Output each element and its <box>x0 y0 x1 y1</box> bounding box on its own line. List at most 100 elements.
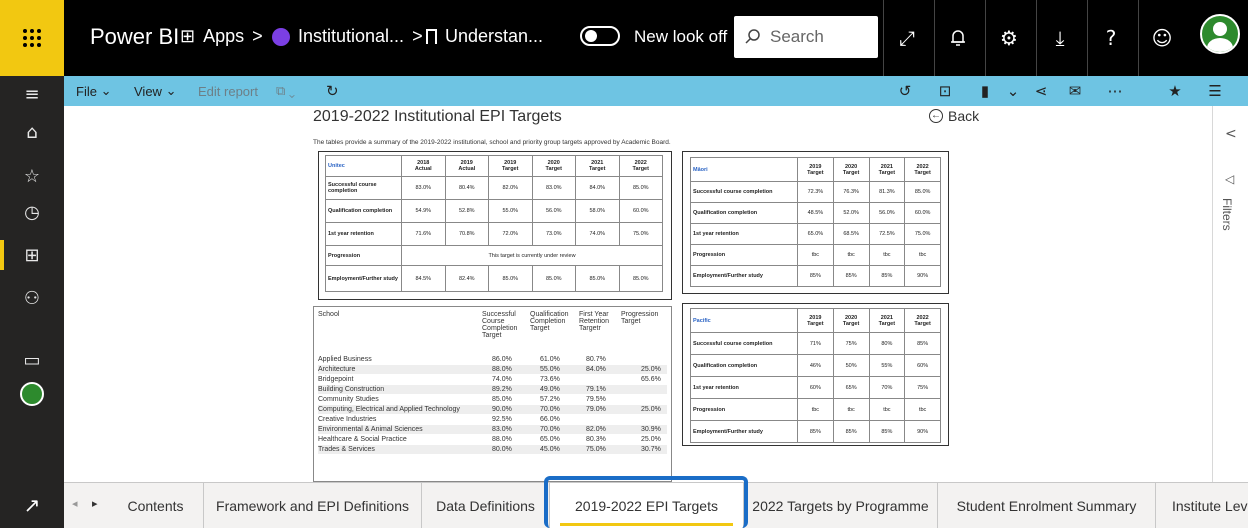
home-icon[interactable]: ⌂ <box>0 116 64 148</box>
apps-grid-icon: ⊞ <box>180 26 196 46</box>
report-title: 2019-2022 Institutional EPI Targets <box>313 108 562 125</box>
favorites-star-icon[interactable]: ☆ <box>0 160 64 192</box>
comment-icon[interactable]: ⊡ <box>930 76 960 106</box>
tab-targets-by-programme[interactable]: 2022 Targets by Programme <box>744 483 938 528</box>
notification-bell-icon[interactable] <box>934 0 981 76</box>
list-view-icon[interactable]: ☰ <box>1200 76 1230 106</box>
tab-scroll-right-icon[interactable]: ▸ <box>92 497 98 510</box>
chevron-down-icon: ⌄ <box>100 83 112 98</box>
edit-report-button[interactable]: Edit report <box>198 76 258 106</box>
report-summary: The tables provide a summary of the 2019… <box>313 139 671 146</box>
settings-gear-icon[interactable]: ⚙ <box>985 0 1032 76</box>
table-row: Creative Industries 92.5% 66.0% <box>318 416 560 423</box>
school-header: School <box>318 311 340 318</box>
table-row: Healthcare & Social Practice 88.0% 65.0% 80… <box>318 436 661 443</box>
tab-scroll-left-icon[interactable]: ◂ <box>72 497 78 510</box>
tab-student-enrolment[interactable]: Student Enrolment Summary <box>938 483 1156 528</box>
apps-icon[interactable]: ⊞ <box>0 239 64 271</box>
maori-table: Māori 2019 Target 2020 Target 2021 Target 2… <box>690 157 941 287</box>
search-icon <box>745 29 760 44</box>
table-row: Computing, Electrical and Applied Techno… <box>318 405 667 414</box>
workspaces-icon[interactable]: ▭ <box>0 344 64 376</box>
back-button[interactable]: ← Back <box>929 108 979 124</box>
app-launcher-icon[interactable] <box>0 0 64 76</box>
back-arrow-icon: ← <box>929 109 943 123</box>
active-tab-highlight <box>544 476 748 528</box>
table-row: Successful course completion 71% 75% 80% 85% <box>690 332 941 355</box>
course-completion-header: Successful Course Completion Target <box>482 311 518 339</box>
table-row: Progression tbc tbc tbc tbc <box>690 244 941 266</box>
new-look-label: New look off <box>634 27 728 46</box>
left-nav-rail: ≡ ⌂ ☆ ◷ ⊞ ⚇ ▭ <box>0 76 64 528</box>
tab-data-definitions[interactable]: Data Definitions <box>422 483 550 528</box>
tab-framework[interactable]: Framework and EPI Definitions <box>204 483 422 528</box>
table-row: Employment/Further study 85% 85% 85% 90% <box>690 265 941 287</box>
table-row: Progression This target is currently und… <box>325 245 663 266</box>
bookmark-pane-icon[interactable]: ⧉ ⌄ <box>276 76 295 106</box>
breadcrumb-apps[interactable]: ⊞ Apps > <box>180 26 263 47</box>
favorite-star-icon[interactable]: ★ <box>1160 76 1190 106</box>
table-row: 1st year retention 71.6% 70.8% 72.0% 73.0% 7… <box>325 222 663 246</box>
table-row: 1st year retention 60% 65% 70% 75% <box>690 376 941 399</box>
bookmark-outline-icon <box>426 29 437 44</box>
table-row: Successful course completion 72.3% 76.3% 81… <box>690 181 941 203</box>
tab-contents[interactable]: Contents <box>108 483 204 528</box>
tab-institute-level[interactable]: Institute Leve <box>1156 483 1248 528</box>
view-menu[interactable]: View ⌄ <box>134 76 176 106</box>
feedback-smiley-icon[interactable]: ☺ <box>1138 0 1185 76</box>
chevron-right-icon: > <box>412 26 423 46</box>
shared-with-me-icon[interactable]: ⚇ <box>0 282 64 314</box>
pacific-table: Pacific 2019 Target 2020 Target 2021 Target… <box>690 308 941 443</box>
table-row: Progression tbc tbc tbc tbc <box>690 398 941 421</box>
table-row: Building Construction 89.2% 49.0% 79.1% <box>318 385 667 394</box>
subscribe-mail-icon[interactable]: ✉ <box>1060 76 1090 106</box>
expand-nav-icon[interactable]: ↗ <box>0 482 64 528</box>
file-menu[interactable]: File ⌄ <box>76 76 111 106</box>
unitec-table: Unitec 2018 Actual 2019 Actual 2019 Target … <box>325 155 663 292</box>
report-toolbar: File ⌄ View ⌄ Edit report ⧉ ⌄ ↻ ↺ ⊡ ▮ ⌄ … <box>64 76 1248 106</box>
brand-title[interactable]: Power BI <box>90 24 179 50</box>
recent-clock-icon[interactable]: ◷ <box>0 196 64 228</box>
breadcrumb-institutional[interactable]: Institutional... > <box>272 26 423 47</box>
collapse-chevron-icon[interactable]: < <box>1225 126 1237 142</box>
reset-icon[interactable]: ↺ <box>890 76 920 106</box>
search-box[interactable]: Search <box>734 16 878 58</box>
bookmark-icon[interactable]: ▮ <box>970 76 1000 106</box>
table-row: Applied Business 86.0% 61.0% 80.7% <box>318 356 606 363</box>
qualification-completion-header: Qualification Completion Target <box>530 311 569 332</box>
pacific-entity: Pacific <box>690 308 798 333</box>
table-row: Bridgepoint 74.0% 73.6% 65.6% <box>318 376 661 383</box>
progression-header: Progression Target <box>621 311 659 325</box>
app-logo-icon <box>272 27 290 46</box>
table-row: Employment/Further study 84.5% 82.4% 85.0%… <box>325 265 663 292</box>
unitec-entity: Unitec <box>325 155 402 177</box>
help-icon[interactable]: ? <box>1087 0 1134 76</box>
download-icon[interactable]: ⤓ <box>1036 0 1083 76</box>
hamburger-menu-icon[interactable]: ≡ <box>0 78 64 110</box>
filters-label: Filters <box>1220 198 1234 231</box>
fullscreen-icon[interactable]: ⤢ <box>883 0 930 76</box>
table-row: 1st year retention 65.0% 68.5% 72.5% 75.0% <box>690 223 941 245</box>
filter-funnel-icon: ◁ <box>1225 172 1235 186</box>
maori-entity: Māori <box>690 157 798 182</box>
chevron-down-icon: ⌄ <box>165 83 177 98</box>
share-icon[interactable]: ⋖ <box>1026 76 1056 106</box>
table-row: Qualification completion 46% 50% 55% 60% <box>690 354 941 377</box>
search-placeholder: Search <box>770 27 824 46</box>
more-options-icon[interactable]: ⋯ <box>1100 76 1130 106</box>
table-row: Trades & Services 80.0% 45.0% 75.0% 30.7% <box>318 445 667 454</box>
table-row: Qualification completion 54.9% 52.8% 55.0%… <box>325 199 663 223</box>
filters-pane[interactable]: < ◁ Filters <box>1212 106 1248 482</box>
my-workspace-avatar-icon[interactable] <box>0 378 64 410</box>
table-row: Architecture 88.0% 55.0% 84.0% 25.0% <box>318 365 667 374</box>
table-row: Employment/Further study 85% 85% 85% 90% <box>690 420 941 443</box>
user-avatar[interactable] <box>1200 14 1240 54</box>
breadcrumb-report[interactable]: Understan... <box>426 26 543 47</box>
refresh-icon[interactable]: ↻ <box>326 76 339 106</box>
new-look-toggle[interactable] <box>580 26 620 46</box>
table-row: Successful course completion 83.0% 80.4% 8… <box>325 176 663 200</box>
table-row: Qualification completion 48.5% 52.0% 56.0% 6… <box>690 202 941 224</box>
retention-header: First Year Retention Targetr <box>579 311 609 332</box>
bookmark-chevron-icon[interactable]: ⌄ <box>998 76 1028 106</box>
chevron-right-icon: > <box>252 26 263 46</box>
